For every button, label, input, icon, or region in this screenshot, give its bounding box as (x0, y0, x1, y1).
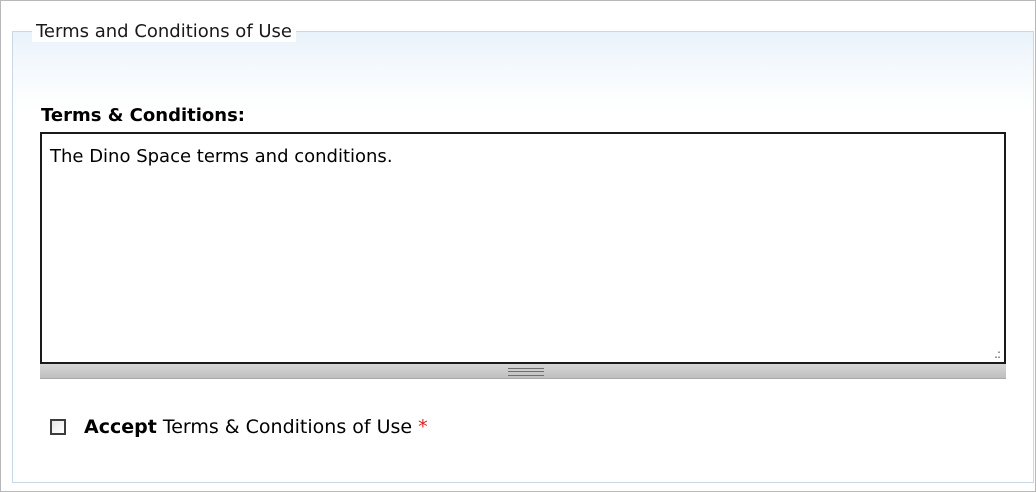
fieldset-legend: Terms and Conditions of Use (32, 21, 297, 42)
accept-label-text[interactable]: Terms & Conditions of Use (163, 416, 412, 438)
terms-label: Terms & Conditions: (41, 105, 245, 126)
terms-textarea-container: The Dino Space terms and conditions. .: (40, 132, 1008, 379)
form-panel: Terms and Conditions of Use Terms & Cond… (0, 0, 1036, 492)
textarea-resize-bar[interactable] (40, 364, 1006, 379)
required-marker: * (418, 416, 428, 438)
accept-terms-checkbox[interactable] (50, 419, 66, 435)
accept-terms-row: Accept Terms & Conditions of Use * (50, 415, 428, 439)
terms-textarea[interactable]: The Dino Space terms and conditions. .: (40, 132, 1006, 364)
resize-handle-icon[interactable] (508, 368, 544, 376)
terms-textarea-value: The Dino Space terms and conditions. (50, 146, 393, 167)
accept-label-strong[interactable]: Accept (84, 416, 157, 438)
resize-grip-icon[interactable]: .: (994, 348, 1001, 360)
